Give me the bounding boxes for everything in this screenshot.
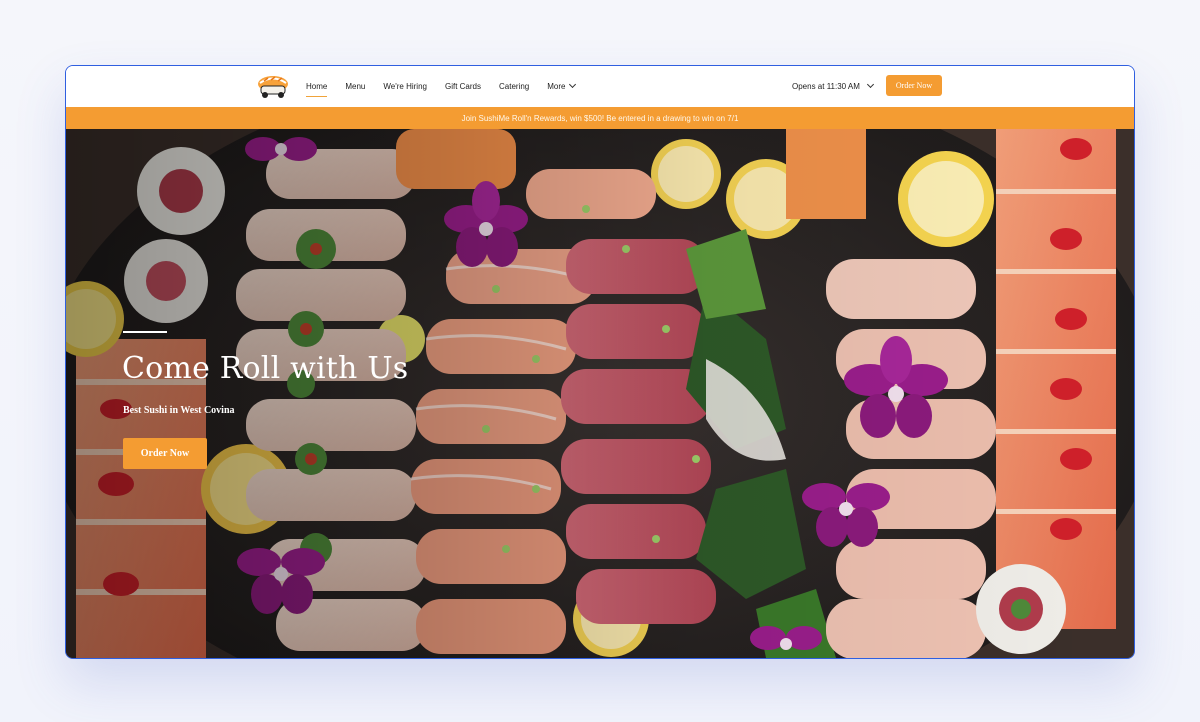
top-navigation: Home Menu We're Hiring Gift Cards Cateri… — [66, 66, 1134, 107]
nav-link-gift-cards[interactable]: Gift Cards — [445, 82, 481, 91]
hero-section: Come Roll with Us Best Sushi in West Cov… — [66, 129, 1134, 658]
rewards-banner[interactable]: Join SushiMe Roll'n Rewards, win $500! B… — [66, 107, 1134, 129]
hero-order-now-button[interactable]: Order Now — [123, 438, 207, 469]
chevron-down-icon — [866, 80, 874, 89]
nav-link-hiring[interactable]: We're Hiring — [383, 82, 427, 91]
hero-subtitle: Best Sushi in West Covina — [123, 405, 235, 416]
nav-link-more-label: More — [547, 82, 566, 91]
hero-title: Come Roll with Us — [122, 351, 409, 386]
rewards-banner-text: Join SushiMe Roll'n Rewards, win $500! B… — [461, 113, 739, 123]
chevron-down-icon — [569, 80, 577, 89]
nav-links: Home Menu We're Hiring Gift Cards Cateri… — [306, 66, 593, 107]
nav-link-catering[interactable]: Catering — [499, 82, 529, 91]
hero-overlay — [66, 129, 1134, 658]
nav-link-menu[interactable]: Menu — [345, 82, 365, 91]
page-background: Home Menu We're Hiring Gift Cards Cateri… — [0, 0, 1200, 722]
sushi-roll-logo-icon[interactable] — [256, 72, 290, 100]
nav-link-home[interactable]: Home — [306, 82, 328, 97]
nav-link-more[interactable]: More — [547, 80, 577, 91]
order-now-button[interactable]: Order Now — [886, 75, 942, 96]
hours-dropdown[interactable]: Opens at 11:30 AM — [792, 66, 874, 107]
hours-label: Opens at 11:30 AM — [792, 82, 860, 91]
browser-viewport: Home Menu We're Hiring Gift Cards Cateri… — [65, 65, 1135, 659]
hero-divider — [123, 331, 167, 333]
